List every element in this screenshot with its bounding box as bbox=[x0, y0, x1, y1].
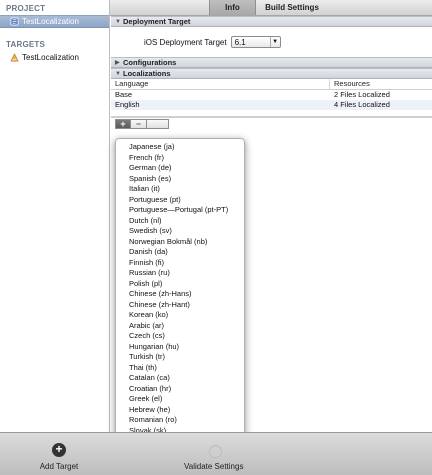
menu-item-language[interactable]: Polish (pl) bbox=[116, 279, 244, 290]
table-row[interactable]: Base 2 Files Localized bbox=[111, 90, 432, 100]
bottom-toolbar: + Add Target Validate Settings bbox=[0, 432, 432, 475]
language-popup-menu: Japanese (ja) French (fr) German (de) Spani… bbox=[115, 138, 245, 462]
localizations-header[interactable]: ▼ Localizations bbox=[111, 68, 432, 79]
column-header-resources[interactable]: Resources bbox=[330, 79, 370, 89]
menu-item-language[interactable]: Greek (el) bbox=[116, 394, 244, 405]
resources-cell: 4 Files Localized bbox=[334, 100, 390, 109]
sidebar-item-label: TestLocalization bbox=[22, 17, 79, 26]
menu-item-language[interactable]: Hungarian (hu) bbox=[116, 342, 244, 353]
menu-item-language[interactable]: Thai (th) bbox=[116, 363, 244, 374]
deployment-target-header[interactable]: ▼ Deployment Target bbox=[111, 16, 432, 27]
disclosure-open-icon[interactable]: ▼ bbox=[115, 69, 123, 79]
sidebar-item-target[interactable]: TestLocalization bbox=[0, 51, 109, 64]
table-row[interactable]: English 4 Files Localized bbox=[111, 100, 432, 110]
menu-item-language[interactable]: Portuguese—Portugal (pt-PT) bbox=[116, 205, 244, 216]
menu-item-language[interactable]: Czech (cs) bbox=[116, 331, 244, 342]
menu-item-language[interactable]: Japanese (ja) bbox=[116, 142, 244, 153]
menu-item-language[interactable]: Croatian (hr) bbox=[116, 384, 244, 395]
menu-item-language[interactable]: Chinese (zh-Hant) bbox=[116, 300, 244, 311]
project-section-header: PROJECT bbox=[6, 4, 46, 13]
deployment-target-row: iOS Deployment Target 6.1 ▼ bbox=[111, 27, 432, 57]
resources-cell: 2 Files Localized bbox=[334, 90, 390, 99]
menu-item-language[interactable]: Chinese (zh-Hans) bbox=[116, 289, 244, 300]
menu-item-language[interactable]: Spanish (es) bbox=[116, 174, 244, 185]
tab-build-settings[interactable]: Build Settings bbox=[257, 0, 327, 15]
menu-item-language[interactable]: Portuguese (pt) bbox=[116, 195, 244, 206]
add-target-label: Add Target bbox=[39, 462, 79, 471]
add-remove-control: + − bbox=[115, 119, 432, 129]
validate-settings-button[interactable]: Validate Settings bbox=[184, 462, 243, 471]
deployment-target-label: iOS Deployment Target bbox=[144, 37, 227, 47]
menu-item-language[interactable]: Dutch (nl) bbox=[116, 216, 244, 227]
menu-item-language[interactable]: Turkish (tr) bbox=[116, 352, 244, 363]
app-target-icon bbox=[10, 53, 19, 62]
add-localization-button[interactable]: + bbox=[115, 119, 131, 129]
disclosure-closed-icon[interactable]: ▶ bbox=[115, 58, 123, 68]
chevron-down-icon: ▼ bbox=[269, 37, 280, 47]
localizations-table: Language Resources Base 2 Files Localize… bbox=[111, 79, 432, 118]
menu-item-language[interactable]: French (fr) bbox=[116, 153, 244, 164]
menu-item-language[interactable]: Finnish (fi) bbox=[116, 258, 244, 269]
table-header: Language Resources bbox=[111, 79, 432, 90]
menu-item-language[interactable]: Swedish (sv) bbox=[116, 226, 244, 237]
sidebar-item-project[interactable]: TestLocalization bbox=[0, 15, 109, 28]
validate-icon[interactable] bbox=[209, 445, 222, 458]
menu-item-language[interactable]: Arabic (ar) bbox=[116, 321, 244, 332]
menu-item-language[interactable]: Italian (it) bbox=[116, 184, 244, 195]
column-header-language[interactable]: Language bbox=[111, 79, 330, 89]
deployment-target-select[interactable]: 6.1 ▼ bbox=[230, 36, 281, 48]
language-cell: Base bbox=[115, 90, 133, 99]
project-navigator-sidebar: PROJECT TestLocalization TARGETS TestLoc… bbox=[0, 0, 110, 432]
menu-item-language[interactable]: Hebrew (he) bbox=[116, 405, 244, 416]
remove-localization-button[interactable]: − bbox=[131, 119, 147, 129]
project-icon bbox=[10, 17, 19, 26]
configurations-header[interactable]: ▶ Configurations bbox=[111, 57, 432, 68]
menu-item-language[interactable]: German (de) bbox=[116, 163, 244, 174]
menu-item-language[interactable]: Norwegian Bokmål (nb) bbox=[116, 237, 244, 248]
plus-circle-icon: + bbox=[52, 443, 66, 457]
menu-item-language[interactable]: Danish (da) bbox=[116, 247, 244, 258]
menu-item-language[interactable]: Russian (ru) bbox=[116, 268, 244, 279]
disclosure-open-icon[interactable]: ▼ bbox=[115, 17, 123, 27]
targets-section-header: TARGETS bbox=[6, 40, 46, 49]
editor-tab-bar: Info Build Settings bbox=[110, 0, 432, 16]
language-cell: English bbox=[115, 100, 140, 109]
add-target-button[interactable]: + Add Target bbox=[33, 443, 85, 472]
tab-info[interactable]: Info bbox=[209, 0, 256, 15]
menu-item-language[interactable]: Korean (ko) bbox=[116, 310, 244, 321]
menu-item-language[interactable]: Catalan (ca) bbox=[116, 373, 244, 384]
sidebar-item-label: TestLocalization bbox=[22, 53, 79, 62]
menu-item-language[interactable]: Romanian (ro) bbox=[116, 415, 244, 426]
